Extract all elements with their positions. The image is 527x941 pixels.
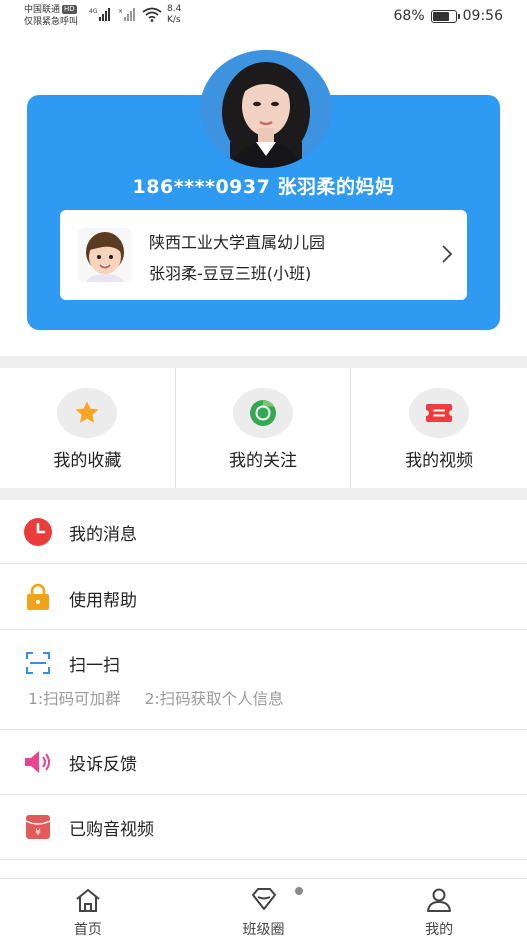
menu-item-help[interactable]: 使用帮助 (0, 564, 527, 630)
class-name: 张羽柔-豆豆三班(小班) (149, 264, 312, 283)
carrier-name: 中国联通 (24, 5, 61, 15)
menu-label-scan: 扫一扫 (69, 656, 120, 676)
tab-mine[interactable]: 我的 (351, 879, 527, 941)
scan-icon (23, 648, 53, 678)
menu-label-purchased: 已购音视频 (69, 820, 154, 840)
chevron-right-icon (442, 245, 453, 263)
menu-item-scan[interactable]: 扫一扫 (0, 630, 527, 730)
tab-home[interactable]: 首页 (0, 879, 176, 941)
menu-item-purchased[interactable]: ¥ 已购音视频 (0, 795, 527, 860)
speaker-icon (23, 747, 53, 777)
following-button[interactable]: 我的关注 (176, 368, 352, 488)
avatar[interactable] (200, 50, 332, 168)
tab-class-circle-label: 班级圈 (242, 922, 285, 938)
chrome-icon (249, 399, 276, 426)
emergency-only-text: 仅限紧急呼叫 (24, 17, 79, 27)
lock-icon (23, 582, 53, 612)
section-divider (0, 488, 527, 500)
parent-phone-name: 186****0937 张羽柔的妈妈 (132, 176, 395, 198)
clock-icon (23, 517, 53, 547)
menu-label-messages: 我的消息 (69, 525, 137, 545)
school-card[interactable]: 陕西工业大学直属幼儿园 张羽柔-豆豆三班(小班) (60, 210, 467, 300)
diamond-icon (251, 888, 276, 910)
menu-item-feedback[interactable]: 投诉反馈 (0, 730, 527, 795)
parent-avatar-image (200, 50, 332, 168)
status-bar: 中国联通 HD 仅限紧急呼叫 4G × 8.4 K/s 68% 09:56 (0, 0, 527, 34)
quick-actions: 我的收藏 我的关注 我的视频 (0, 368, 527, 488)
tab-mine-label: 我的 (425, 922, 454, 938)
battery-icon (430, 9, 460, 23)
user-icon (427, 888, 452, 912)
favorites-label: 我的收藏 (53, 451, 122, 471)
battery-percent: 68% (393, 8, 425, 24)
hd-badge: HD (62, 5, 77, 14)
menu-label-feedback: 投诉反馈 (69, 755, 137, 775)
tab-home-label: 首页 (73, 922, 102, 938)
status-right: 68% 09:56 (394, 8, 503, 24)
following-label: 我的关注 (228, 451, 297, 471)
videos-icon-circle (409, 388, 470, 438)
my-videos-label: 我的视频 (405, 451, 474, 471)
net-type-label: 4G (89, 8, 98, 15)
child-avatar (78, 228, 132, 282)
tab-class-circle[interactable]: 班级圈 (176, 879, 352, 941)
svg-text:×: × (118, 8, 123, 15)
signal-icon: 4G (89, 8, 110, 21)
signal-2-icon: × (118, 8, 135, 21)
child-avatar-image (78, 228, 132, 282)
svg-text:¥: ¥ (35, 828, 41, 838)
clock-time: 09:56 (462, 8, 503, 24)
battery-fill (432, 11, 449, 21)
net-speed: 8.4 K/s (167, 4, 181, 26)
school-name: 陕西工业大学直属幼儿园 (149, 233, 326, 252)
purchase-icon: ¥ (23, 812, 53, 842)
scan-hint-join-group: 1:扫码可加群 (28, 690, 121, 708)
menu-label-help: 使用帮助 (69, 591, 137, 611)
notification-dot (295, 887, 303, 895)
menu-item-messages[interactable]: 我的消息 (0, 500, 527, 564)
scan-hint-personal-info: 2:扫码获取个人信息 (144, 690, 284, 708)
net-speed-unit: K/s (167, 15, 181, 25)
home-icon (76, 889, 100, 912)
favorites-icon-circle (57, 388, 118, 438)
net-speed-value: 8.4 (167, 4, 182, 14)
wifi-icon (142, 7, 162, 22)
ticket-icon (426, 404, 453, 422)
bottom-tab-bar: 首页 班级圈 我的 (0, 878, 527, 941)
carrier-info: 中国联通 HD 仅限紧急呼叫 (24, 4, 78, 28)
my-videos-button[interactable]: 我的视频 (351, 368, 527, 488)
favorites-button[interactable]: 我的收藏 (0, 368, 176, 488)
scan-hint: 1:扫码可加群 2:扫码获取个人信息 (28, 687, 284, 709)
section-divider (0, 356, 527, 368)
following-icon-circle (232, 388, 293, 438)
star-icon (75, 401, 99, 423)
